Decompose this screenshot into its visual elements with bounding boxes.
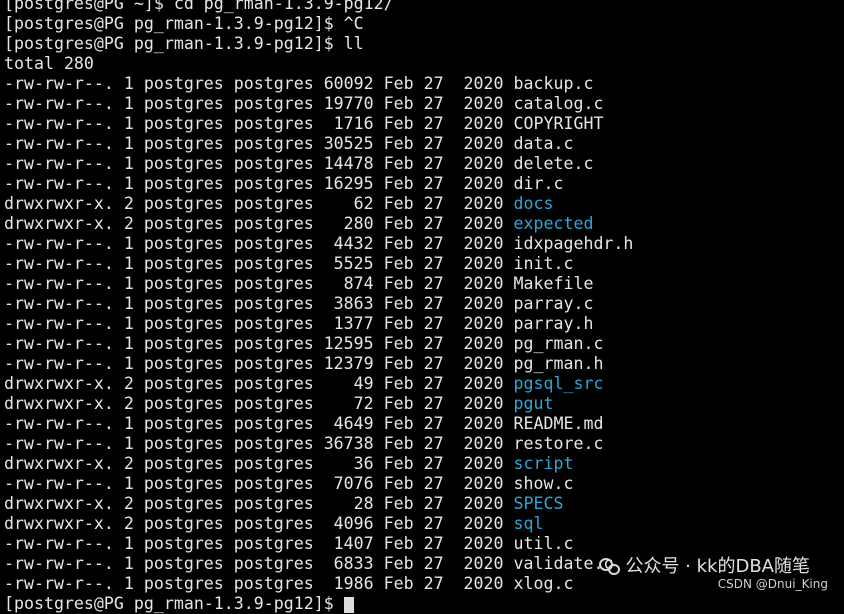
- file-details: -rw-rw-r--. 1 postgres postgres 1407 Feb…: [4, 534, 514, 553]
- directory-name: SPECS: [513, 494, 564, 513]
- file-name: COPYRIGHT: [513, 114, 604, 133]
- file-details: -rw-rw-r--. 1 postgres postgres 16295 Fe…: [4, 174, 514, 193]
- file-details: drwxrwxr-x. 2 postgres postgres 72 Feb 2…: [4, 394, 514, 413]
- listing-row: drwxrwxr-x. 2 postgres postgres 49 Feb 2…: [4, 374, 844, 394]
- watermark-sub: CSDN @Dnui_King: [717, 577, 828, 591]
- file-details: -rw-rw-r--. 1 postgres postgres 12595 Fe…: [4, 334, 514, 353]
- file-name: parray.h: [513, 314, 594, 333]
- listing-row: drwxrwxr-x. 2 postgres postgres 72 Feb 2…: [4, 394, 844, 414]
- listing-row: -rw-rw-r--. 1 postgres postgres 5525 Feb…: [4, 254, 844, 274]
- text-cursor: [343, 596, 354, 613]
- file-name: dir.c: [513, 174, 564, 193]
- file-details: -rw-rw-r--. 1 postgres postgres 4649 Feb…: [4, 414, 514, 433]
- listing-row: drwxrwxr-x. 2 postgres postgres 36 Feb 2…: [4, 454, 844, 474]
- file-name: catalog.c: [513, 94, 604, 113]
- file-details: -rw-rw-r--. 1 postgres postgres 7076 Feb…: [4, 474, 514, 493]
- terminal-window[interactable]: [postgres@PG ~]$ cd pg_rman-1.3.9-pg12/[…: [4, 0, 844, 613]
- file-name: restore.c: [513, 434, 604, 453]
- listing-row: -rw-rw-r--. 1 postgres postgres 30525 Fe…: [4, 134, 844, 154]
- listing-row: -rw-rw-r--. 1 postgres postgres 12379 Fe…: [4, 354, 844, 374]
- directory-name: pgut: [513, 394, 554, 413]
- listing-row: -rw-rw-r--. 1 postgres postgres 16295 Fe…: [4, 174, 844, 194]
- file-details: drwxrwxr-x. 2 postgres postgres 49 Feb 2…: [4, 374, 514, 393]
- listing-row: -rw-rw-r--. 1 postgres postgres 12595 Fe…: [4, 334, 844, 354]
- file-details: drwxrwxr-x. 2 postgres postgres 62 Feb 2…: [4, 194, 514, 213]
- file-name: util.c: [513, 534, 574, 553]
- file-details: drwxrwxr-x. 2 postgres postgres 36 Feb 2…: [4, 454, 514, 473]
- directory-name: pgsql_src: [513, 374, 604, 393]
- directory-name: docs: [513, 194, 554, 213]
- listing-row: -rw-rw-r--. 1 postgres postgres 60092 Fe…: [4, 74, 844, 94]
- file-details: -rw-rw-r--. 1 postgres postgres 6833 Feb…: [4, 554, 514, 573]
- file-name: init.c: [513, 254, 574, 273]
- file-details: -rw-rw-r--. 1 postgres postgres 19770 Fe…: [4, 94, 514, 113]
- listing-row: -rw-rw-r--. 1 postgres postgres 1407 Feb…: [4, 534, 844, 554]
- shell-prompt: [postgres@PG pg_rman-1.3.9-pg12]$: [4, 594, 344, 613]
- listing-row: -rw-rw-r--. 1 postgres postgres 7076 Feb…: [4, 474, 844, 494]
- file-details: -rw-rw-r--. 1 postgres postgres 5525 Feb…: [4, 254, 514, 273]
- directory-name: expected: [513, 214, 594, 233]
- file-details: drwxrwxr-x. 2 postgres postgres 28 Feb 2…: [4, 494, 514, 513]
- listing-row: drwxrwxr-x. 2 postgres postgres 62 Feb 2…: [4, 194, 844, 214]
- file-name: pg_rman.h: [513, 354, 604, 373]
- listing-row: -rw-rw-r--. 1 postgres postgres 4432 Feb…: [4, 234, 844, 254]
- file-name: parray.c: [513, 294, 594, 313]
- file-details: -rw-rw-r--. 1 postgres postgres 3863 Feb…: [4, 294, 514, 313]
- file-details: -rw-rw-r--. 1 postgres postgres 4432 Feb…: [4, 234, 514, 253]
- listing-row: -rw-rw-r--. 1 postgres postgres 1377 Feb…: [4, 314, 844, 334]
- file-details: -rw-rw-r--. 1 postgres postgres 1986 Feb…: [4, 574, 514, 593]
- prompt-line[interactable]: [postgres@PG pg_rman-1.3.9-pg12]$: [4, 594, 844, 614]
- file-name: validate.c: [513, 554, 614, 573]
- file-name: idxpagehdr.h: [513, 234, 634, 253]
- file-name: show.c: [513, 474, 574, 493]
- watermark: 公众号 · kk的DBA随笔: [599, 552, 810, 578]
- watermark-text: 公众号 · kk的DBA随笔: [625, 556, 810, 577]
- listing-row: drwxrwxr-x. 2 postgres postgres 28 Feb 2…: [4, 494, 844, 514]
- history-line: total 280: [4, 54, 94, 73]
- listing-row: -rw-rw-r--. 1 postgres postgres 4649 Feb…: [4, 414, 844, 434]
- file-details: -rw-rw-r--. 1 postgres postgres 30525 Fe…: [4, 134, 514, 153]
- listing-row: -rw-rw-r--. 1 postgres postgres 3863 Feb…: [4, 294, 844, 314]
- directory-name: sql: [513, 514, 544, 533]
- file-name: Makefile: [513, 274, 594, 293]
- file-details: -rw-rw-r--. 1 postgres postgres 60092 Fe…: [4, 74, 514, 93]
- file-details: -rw-rw-r--. 1 postgres postgres 36738 Fe…: [4, 434, 514, 453]
- listing-row: -rw-rw-r--. 1 postgres postgres 874 Feb …: [4, 274, 844, 294]
- file-name: xlog.c: [513, 574, 574, 593]
- file-details: -rw-rw-r--. 1 postgres postgres 874 Feb …: [4, 274, 514, 293]
- listing-row: drwxrwxr-x. 2 postgres postgres 280 Feb …: [4, 214, 844, 234]
- directory-name: script: [513, 454, 574, 473]
- file-name: README.md: [513, 414, 604, 433]
- listing-row: -rw-rw-r--. 1 postgres postgres 36738 Fe…: [4, 434, 844, 454]
- file-details: -rw-rw-r--. 1 postgres postgres 14478 Fe…: [4, 154, 514, 173]
- file-name: data.c: [513, 134, 574, 153]
- listing-row: -rw-rw-r--. 1 postgres postgres 1716 Feb…: [4, 114, 844, 134]
- command-history: [postgres@PG ~]$ cd pg_rman-1.3.9-pg12/[…: [4, 0, 844, 74]
- listing-row: -rw-rw-r--. 1 postgres postgres 19770 Fe…: [4, 94, 844, 114]
- file-details: drwxrwxr-x. 2 postgres postgres 4096 Feb…: [4, 514, 514, 533]
- file-name: backup.c: [513, 74, 594, 93]
- file-details: drwxrwxr-x. 2 postgres postgres 280 Feb …: [4, 214, 514, 233]
- history-line: [postgres@PG pg_rman-1.3.9-pg12]$ ^C: [4, 14, 364, 33]
- listing-row: -rw-rw-r--. 1 postgres postgres 14478 Fe…: [4, 154, 844, 174]
- history-line: [postgres@PG ~]$ cd pg_rman-1.3.9-pg12/: [4, 0, 394, 13]
- file-name: delete.c: [513, 154, 594, 173]
- directory-listing: -rw-rw-r--. 1 postgres postgres 60092 Fe…: [4, 74, 844, 594]
- file-details: -rw-rw-r--. 1 postgres postgres 12379 Fe…: [4, 354, 514, 373]
- wechat-icon: [599, 556, 621, 575]
- listing-row: drwxrwxr-x. 2 postgres postgres 4096 Feb…: [4, 514, 844, 534]
- file-name: pg_rman.c: [513, 334, 604, 353]
- file-details: -rw-rw-r--. 1 postgres postgres 1716 Feb…: [4, 114, 514, 133]
- history-line: [postgres@PG pg_rman-1.3.9-pg12]$ ll: [4, 34, 364, 53]
- file-details: -rw-rw-r--. 1 postgres postgres 1377 Feb…: [4, 314, 514, 333]
